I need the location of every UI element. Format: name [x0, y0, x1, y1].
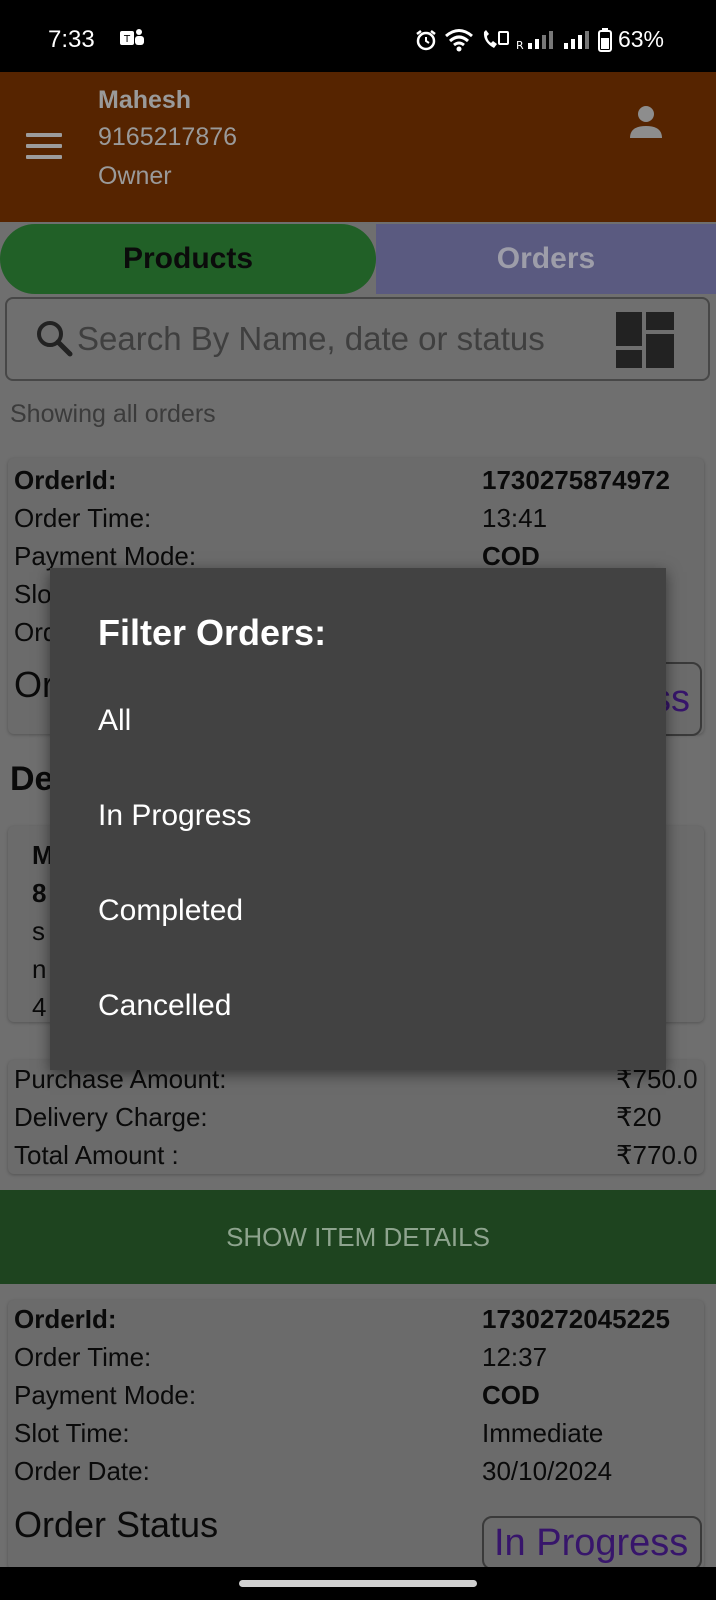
battery-percent: 63% [617, 26, 664, 52]
amount-card: Purchase Amount: ₹750.0 Delivery Charge:… [8, 1060, 704, 1174]
delivery-charge-label: Delivery Charge: [14, 1102, 208, 1132]
address-line: n [32, 954, 47, 984]
order-date-value: 30/10/2024 [482, 1456, 613, 1486]
order-id-value: 1730272045225 [482, 1304, 670, 1334]
filter-option-completed[interactable]: Completed [98, 894, 243, 928]
dialog-title: Filter Orders: [98, 612, 327, 653]
order-status-button[interactable]: In Progress [482, 1516, 702, 1570]
slot-time-label: Slo [14, 579, 52, 609]
payment-mode-label: Payment Mode: [14, 1380, 197, 1410]
home-gesture-handle[interactable] [239, 1580, 477, 1587]
total-amount-value: ₹770.0 [616, 1140, 698, 1170]
status-time: 7:33 [48, 26, 95, 53]
account-icon[interactable] [628, 104, 664, 140]
order-id-label: OrderId: [14, 1304, 117, 1334]
order-time-label: Order Time: [14, 503, 152, 533]
user-role: Owner [98, 162, 172, 190]
hamburger-menu-icon[interactable] [26, 133, 62, 159]
signal-icon: R [516, 30, 553, 51]
tab-products[interactable]: Products [0, 224, 376, 294]
order-date-label: Order Date: [14, 1456, 150, 1486]
address-line: s [32, 916, 45, 946]
search-bar [5, 297, 710, 381]
dashboard-layout-icon[interactable] [616, 310, 676, 370]
order-status-label: Order Status [14, 1504, 219, 1545]
order-id-value: 1730275874972 [482, 465, 670, 495]
show-item-details-button[interactable]: SHOW ITEM DETAILS [0, 1190, 716, 1284]
battery-icon [597, 27, 612, 52]
slot-time-label: Slot Time: [14, 1418, 130, 1448]
order-time-value: 13:41 [482, 503, 548, 533]
order-time-label: Order Time: [14, 1342, 152, 1372]
svg-text:R: R [516, 39, 524, 51]
filter-option-all[interactable]: All [98, 704, 131, 738]
svg-text:T: T [123, 34, 131, 45]
delivery-section-title: De [10, 760, 54, 798]
delivery-charge-value: ₹20 [616, 1102, 662, 1132]
order-time-value: 12:37 [482, 1342, 548, 1372]
order-card: OrderId: 1730272045225 Order Time: 12:37… [8, 1300, 704, 1570]
filter-orders-dialog: Filter Orders: All In Progress Completed… [50, 568, 666, 1070]
teams-icon: T [120, 29, 144, 45]
order-id-label: OrderId: [14, 465, 117, 495]
user-phone: 9165217876 [98, 123, 238, 151]
showing-orders-text: Showing all orders [10, 400, 216, 428]
search-input[interactable] [77, 317, 587, 361]
search-icon [37, 321, 73, 357]
customer-phone: 8 [32, 878, 47, 908]
slot-time-value: Immediate [482, 1418, 604, 1448]
total-amount-label: Total Amount : [14, 1140, 179, 1170]
payment-mode-value: COD [482, 1380, 540, 1410]
filter-option-cancelled[interactable]: Cancelled [98, 989, 231, 1023]
address-line: 4 [32, 992, 47, 1022]
filter-option-in-progress[interactable]: In Progress [98, 799, 251, 833]
order-status-label: Or [14, 664, 54, 705]
tab-orders[interactable]: Orders [376, 224, 716, 294]
signal-icon [563, 30, 589, 49]
alarm-icon [416, 29, 436, 50]
wifi-call-icon [483, 29, 509, 48]
status-bar: 7:33 T R 63% [0, 0, 716, 72]
user-name: Mahesh [98, 86, 192, 114]
wifi-icon [444, 28, 473, 51]
